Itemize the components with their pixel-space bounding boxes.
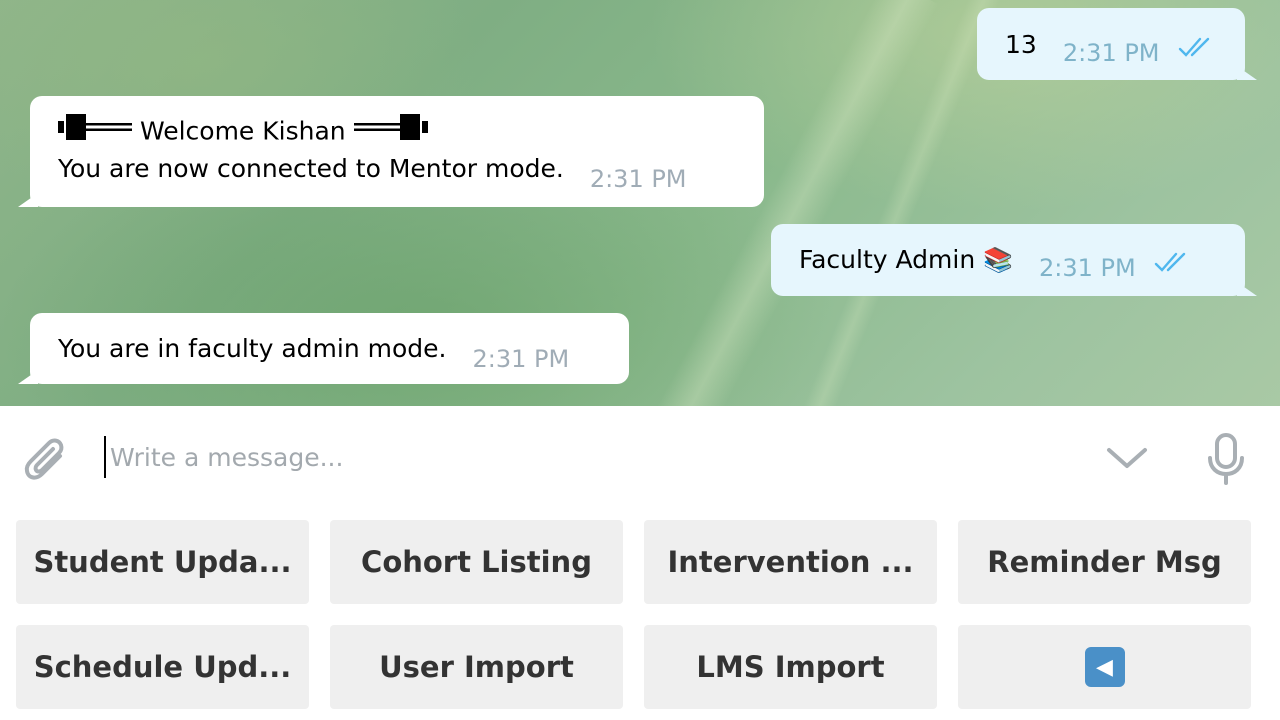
keyboard-button-schedule-update[interactable]: Schedule Upd... [16,625,309,709]
back-arrow-icon: ◀ [1084,647,1125,687]
message-input[interactable] [110,434,1010,480]
message-text: Faculty Admin [799,245,976,274]
keyboard-button-label: Intervention ... [667,545,914,579]
keyboard-button-label: ◀ [1096,654,1113,680]
double-check-icon [1154,246,1192,284]
message-text: You are in faculty admin mode. [58,334,447,363]
microphone-icon[interactable] [1206,432,1246,490]
keyboard-button-back[interactable]: ◀ [958,625,1251,709]
text-cursor [104,436,106,478]
message-line-1: Welcome Kishan [58,112,736,150]
keyboard-button-label: Cohort Listing [361,545,592,579]
bubble-tail [1237,66,1257,80]
reply-keyboard: Student Upda... Cohort Listing Intervent… [0,506,1280,720]
bubble-tail [18,193,38,207]
keyboard-button-cohort-listing[interactable]: Cohort Listing [330,520,623,604]
keyboard-button-user-import[interactable]: User Import [330,625,623,709]
incoming-message[interactable]: Welcome Kishan You are now connected to … [18,96,764,207]
message-composer [0,406,1280,506]
outgoing-message[interactable]: 13 2:31 PM [977,8,1257,80]
bubble-tail [18,370,38,384]
keyboard-button-reminder-msg[interactable]: Reminder Msg [958,520,1251,604]
keyboard-button-label: Schedule Upd... [33,650,292,684]
incoming-message[interactable]: You are in faculty admin mode. 2:31 PM [18,313,629,384]
message-text: 13 [1005,30,1037,59]
welcome-text: Welcome Kishan [139,116,346,146]
keyboard-button-label: Reminder Msg [987,545,1222,579]
keyboard-button-label: Student Upda... [33,545,292,579]
message-text: You are now connected to Mentor mode. [58,154,564,183]
books-emoji: 📚 [983,246,1014,274]
keyboard-button-lms-import[interactable]: LMS Import [644,625,937,709]
message-time: 2:31 PM [1039,254,1136,282]
keyboard-button-student-update[interactable]: Student Upda... [16,520,309,604]
dumbbell-icon [353,112,428,153]
double-check-icon [1178,31,1216,69]
keyboard-button-intervention[interactable]: Intervention ... [644,520,937,604]
chat-history[interactable]: 13 2:31 PM Welcome Kishan You are now con… [0,0,1280,406]
message-line-2: You are now connected to Mentor mode. 2:3… [58,150,736,193]
bubble-tail [1237,282,1257,296]
outgoing-message[interactable]: Faculty Admin 📚 2:31 PM [771,224,1257,296]
message-time: 2:31 PM [472,345,570,373]
dumbbell-icon [58,112,132,153]
message-time: 2:31 PM [1062,39,1160,67]
message-time: 2:31 PM [589,165,687,193]
chevron-down-icon[interactable] [1106,446,1148,474]
keyboard-button-label: LMS Import [696,650,885,684]
paperclip-icon[interactable] [22,434,70,490]
keyboard-button-label: User Import [379,650,574,684]
